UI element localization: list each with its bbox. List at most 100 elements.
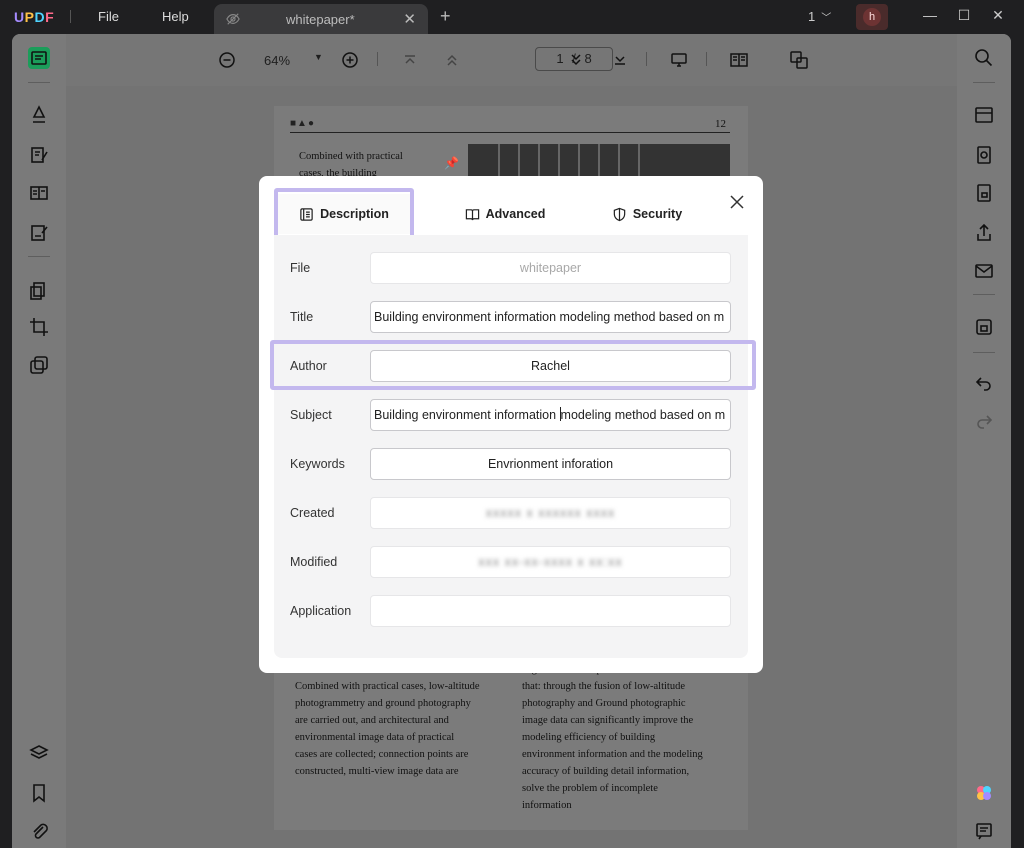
form-icon[interactable] bbox=[28, 222, 50, 244]
batch-icon[interactable] bbox=[28, 354, 50, 376]
zoom-out-icon[interactable] bbox=[216, 49, 238, 71]
divider bbox=[377, 52, 378, 66]
page-column-left: Combined with practical cases, low-altit… bbox=[295, 678, 510, 780]
comment-icon[interactable] bbox=[28, 104, 50, 126]
avatar: h bbox=[863, 8, 881, 26]
text-line: are carried out, and architectural and bbox=[295, 715, 449, 726]
translate-icon[interactable] bbox=[788, 49, 810, 71]
description-panel: File whitepaper Title Building environme… bbox=[274, 235, 748, 658]
email-icon[interactable] bbox=[973, 260, 995, 282]
close-dialog-icon[interactable] bbox=[727, 192, 747, 212]
previous-page-icon[interactable] bbox=[441, 49, 463, 71]
created-value-redacted: xxxxx x xxxxxx xxxx bbox=[485, 506, 616, 520]
text-line: cases are collected; connection points a… bbox=[295, 749, 469, 760]
share-icon[interactable] bbox=[973, 222, 995, 244]
subject-label: Subject bbox=[290, 408, 332, 422]
author-row-highlight bbox=[270, 340, 756, 390]
attachment-icon[interactable] bbox=[28, 820, 50, 842]
page-number: 12 bbox=[715, 118, 726, 130]
menu-help[interactable]: Help bbox=[162, 9, 189, 24]
modified-value-redacted: xxx xx-xx-xxxx x xx:xx bbox=[478, 555, 623, 569]
left-toolbar bbox=[12, 34, 66, 848]
divider bbox=[973, 352, 995, 353]
keywords-field[interactable]: Envrionment inforation bbox=[370, 448, 731, 480]
maximize-icon[interactable]: ☐ bbox=[954, 7, 974, 24]
reader-icon[interactable] bbox=[28, 47, 50, 69]
save-icon[interactable] bbox=[973, 316, 995, 338]
next-page-icon[interactable] bbox=[565, 49, 587, 71]
page-layout-icon[interactable] bbox=[728, 49, 750, 71]
divider bbox=[28, 256, 50, 257]
divider bbox=[973, 82, 995, 83]
shield-icon bbox=[613, 207, 626, 221]
tab-security-label: Security bbox=[632, 207, 683, 221]
divider bbox=[706, 52, 707, 66]
user-account[interactable]: h bbox=[856, 4, 888, 30]
modified-label: Modified bbox=[290, 555, 338, 569]
document-tab[interactable]: whitepaper* ✕ bbox=[214, 4, 428, 34]
keywords-label: Keywords bbox=[290, 457, 345, 471]
application-field bbox=[370, 595, 731, 627]
app-logo: UPDF bbox=[14, 9, 55, 25]
divider bbox=[646, 52, 647, 66]
tab-security[interactable]: Security bbox=[581, 194, 713, 234]
book-icon bbox=[465, 208, 479, 220]
organize-pages-icon[interactable] bbox=[28, 280, 50, 302]
subject-text-after-cursor: modeling method based on m bbox=[560, 408, 726, 422]
document-tab-label: whitepaper* bbox=[286, 12, 355, 27]
text-line: that: through the fusion of low-altitude bbox=[522, 681, 686, 692]
last-page-icon[interactable] bbox=[609, 49, 631, 71]
close-window-icon[interactable]: ✕ bbox=[988, 7, 1008, 24]
protect-icon[interactable] bbox=[973, 182, 995, 204]
chevron-down-icon: ﹀ bbox=[821, 13, 832, 24]
presentation-icon[interactable] bbox=[668, 49, 690, 71]
text-line: image data can significantly improve the bbox=[522, 715, 694, 726]
divider bbox=[973, 294, 995, 295]
zoom-in-icon[interactable] bbox=[339, 49, 361, 71]
convert-icon[interactable] bbox=[973, 144, 995, 166]
tab-count-value: 1 bbox=[808, 9, 816, 24]
subject-field[interactable]: Building environment information modelin… bbox=[370, 399, 731, 431]
tab-advanced-label: Advanced bbox=[485, 207, 546, 221]
text-line: photography and Ground photographic bbox=[522, 698, 686, 709]
zoom-level[interactable]: 64% bbox=[264, 53, 290, 68]
new-tab-icon[interactable]: + bbox=[440, 6, 451, 27]
title-field[interactable]: Building environment information modelin… bbox=[370, 301, 731, 333]
application-label: Application bbox=[290, 604, 352, 618]
current-page: 1 bbox=[556, 51, 564, 66]
text-line: information bbox=[522, 800, 572, 811]
bookmark-icon[interactable] bbox=[28, 782, 50, 804]
page-header-shapes: ■▲● bbox=[290, 118, 315, 129]
ai-assistant-icon[interactable] bbox=[973, 782, 995, 804]
text-line: accuracy of building detail information, bbox=[522, 766, 690, 777]
undo-icon[interactable] bbox=[973, 372, 995, 394]
minimize-icon[interactable]: — bbox=[920, 7, 940, 23]
title-bar: UPDF File Help whitepaper* ✕ + 1 ﹀ h — ☐ … bbox=[0, 0, 1024, 34]
close-tab-icon[interactable]: ✕ bbox=[403, 10, 416, 28]
created-field: xxxxx x xxxxxx xxxx bbox=[370, 497, 731, 529]
crop-icon[interactable] bbox=[28, 316, 50, 338]
tab-count-dropdown[interactable]: 1 ﹀ bbox=[808, 9, 831, 24]
text-line: environmental image data of practical bbox=[295, 732, 455, 743]
search-icon[interactable] bbox=[973, 47, 995, 69]
ocr-icon[interactable] bbox=[973, 104, 995, 126]
text-line: Combined with practical bbox=[299, 151, 403, 162]
pin-icon: 📌 bbox=[444, 156, 459, 170]
eye-off-icon bbox=[226, 12, 240, 26]
comment-list-icon[interactable] bbox=[973, 820, 995, 842]
page-organize-icon[interactable] bbox=[28, 182, 50, 204]
top-toolbar: 64% ▼ 1 / 8 bbox=[66, 34, 957, 86]
layers-icon[interactable] bbox=[28, 742, 50, 764]
file-label: File bbox=[290, 261, 311, 275]
text-line: Combined with practical cases, low-altit… bbox=[295, 681, 480, 692]
first-page-icon[interactable] bbox=[399, 49, 421, 71]
text-line: modeling efficiency of building bbox=[522, 732, 656, 743]
menu-file[interactable]: File bbox=[98, 9, 119, 24]
zoom-dropdown-icon[interactable]: ▼ bbox=[314, 52, 323, 62]
edit-pdf-icon[interactable] bbox=[28, 144, 50, 166]
divider bbox=[70, 10, 71, 23]
redo-icon[interactable] bbox=[973, 410, 995, 432]
page-column-right: is generated. The practical results show… bbox=[522, 661, 737, 814]
header-rule bbox=[290, 132, 730, 133]
tab-advanced[interactable]: Advanced bbox=[439, 194, 571, 234]
